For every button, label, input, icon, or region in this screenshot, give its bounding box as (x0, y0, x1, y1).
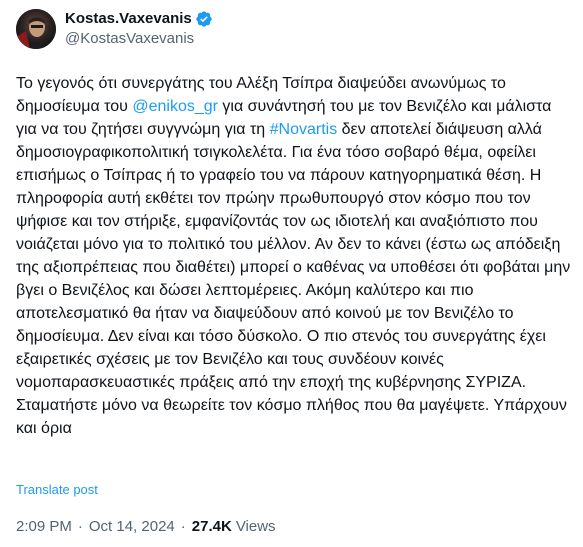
tweet-date[interactable]: Oct 14, 2024 (89, 518, 175, 535)
tweet-body: Το γεγονός ότι συνεργάτης του Αλέξη Τσίπ… (16, 72, 571, 440)
views-label: Views (235, 518, 276, 535)
mention-link[interactable]: @enikos_gr (132, 98, 218, 115)
verified-badge-icon (195, 10, 213, 28)
author-handle[interactable]: @KostasVaxevanis (65, 29, 213, 49)
hashtag-link[interactable]: #Novartis (270, 121, 338, 138)
author-names: Kostas.Vaxevanis @KostasVaxevanis (65, 9, 213, 49)
avatar[interactable] (16, 9, 56, 49)
tweet-card: Kostas.Vaxevanis @KostasVaxevanis Το γεγ… (0, 0, 583, 547)
meta-separator: · (180, 518, 186, 535)
meta-separator: · (77, 518, 83, 535)
tweet-meta: 2:09 PM · Oct 14, 2024 · 27.4K Views (16, 518, 276, 535)
translate-post-link[interactable]: Translate post (16, 482, 98, 497)
tweet-text: δεν αποτελεί διάψευση αλλά δημοσιογραφικ… (16, 121, 571, 437)
views-count: 27.4K (191, 518, 232, 535)
author-display-name[interactable]: Kostas.Vaxevanis (65, 9, 192, 29)
tweet-time[interactable]: 2:09 PM (16, 518, 72, 535)
tweet-header: Kostas.Vaxevanis @KostasVaxevanis (16, 9, 213, 49)
